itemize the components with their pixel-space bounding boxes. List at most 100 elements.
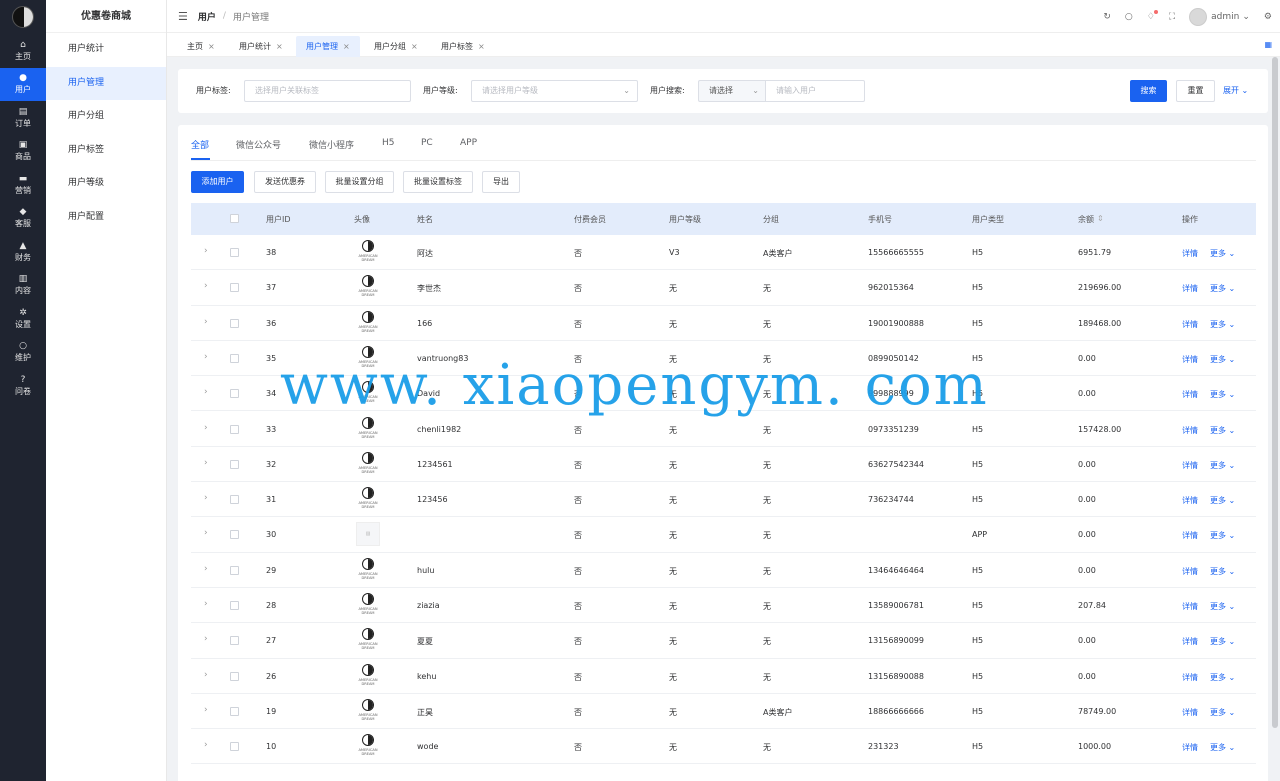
send-coupon-button[interactable]: 发送优惠券 <box>254 171 316 193</box>
row-checkbox[interactable] <box>230 389 239 399</box>
detail-link[interactable]: 详情 <box>1182 566 1198 577</box>
detail-link[interactable]: 详情 <box>1182 389 1198 400</box>
rail-item-question[interactable]: ? 问卷 <box>0 369 46 403</box>
more-dropdown[interactable]: 更多 ⌄ <box>1210 742 1235 753</box>
more-dropdown[interactable]: 更多 ⌄ <box>1210 672 1235 683</box>
page-tab[interactable]: 主页 × <box>177 36 225 57</box>
more-dropdown[interactable]: 更多 ⌄ <box>1210 319 1235 330</box>
rail-item-content[interactable]: ▥ 内容 <box>0 269 46 303</box>
search-input[interactable]: 请输入用户 <box>765 80 865 102</box>
close-icon[interactable]: × <box>478 42 485 51</box>
channel-tab[interactable]: APP <box>460 138 477 148</box>
page-tab[interactable]: 用户分组 × <box>364 36 428 57</box>
rail-item-finance[interactable]: ▲ 财务 <box>0 235 46 269</box>
search-icon[interactable]: ○ <box>1125 12 1133 22</box>
more-dropdown[interactable]: 更多 ⌄ <box>1210 495 1235 506</box>
row-checkbox[interactable] <box>230 353 239 363</box>
channel-tab[interactable]: 微信小程序 <box>309 138 354 151</box>
rail-item-user[interactable]: ● 用户 <box>0 67 46 101</box>
expand-row-icon[interactable]: › <box>204 387 208 397</box>
row-checkbox[interactable] <box>230 424 239 434</box>
detail-link[interactable]: 详情 <box>1182 425 1198 436</box>
expand-row-icon[interactable]: › <box>204 564 208 574</box>
gear-icon[interactable]: ⚙ <box>1264 12 1272 22</box>
expand-row-icon[interactable]: › <box>204 599 208 609</box>
detail-link[interactable]: 详情 <box>1182 460 1198 471</box>
grid-icon[interactable]: ▦ <box>1264 40 1272 49</box>
bell-icon[interactable]: ♢ <box>1147 9 1158 22</box>
channel-tab[interactable]: 微信公众号 <box>236 138 281 151</box>
more-dropdown[interactable]: 更多 ⌄ <box>1210 566 1235 577</box>
row-checkbox[interactable] <box>230 248 239 257</box>
rail-item-maintain[interactable]: ○ 维护 <box>0 336 46 370</box>
user-menu[interactable]: admin ⌄ <box>1189 7 1250 26</box>
detail-link[interactable]: 详情 <box>1182 530 1198 541</box>
row-checkbox[interactable] <box>230 601 239 610</box>
close-icon[interactable]: × <box>276 42 283 51</box>
more-dropdown[interactable]: 更多 ⌄ <box>1210 707 1235 718</box>
submenu-item[interactable]: 用户统计 <box>46 33 166 67</box>
expand-row-icon[interactable]: › <box>204 352 208 362</box>
row-checkbox[interactable] <box>230 318 239 328</box>
detail-link[interactable]: 详情 <box>1182 707 1198 718</box>
search-button[interactable]: 搜索 <box>1130 80 1167 102</box>
close-icon[interactable]: × <box>343 42 350 51</box>
close-icon[interactable]: × <box>208 42 215 51</box>
detail-link[interactable]: 详情 <box>1182 354 1198 365</box>
row-checkbox[interactable] <box>230 495 239 505</box>
expand-row-icon[interactable]: › <box>204 705 208 715</box>
level-select[interactable]: 请选择用户等级 ⌄ <box>471 80 638 102</box>
expand-row-icon[interactable]: › <box>204 528 208 538</box>
detail-link[interactable]: 详情 <box>1182 319 1198 330</box>
submenu-item[interactable]: 用户分组 <box>46 100 166 134</box>
page-tab[interactable]: 用户标签 × <box>431 36 495 57</box>
sort-icon[interactable]: ⇕ <box>1097 214 1104 223</box>
page-scrollbar[interactable] <box>1272 57 1278 728</box>
rail-item-service[interactable]: ◆ 客服 <box>0 202 46 236</box>
more-dropdown[interactable]: 更多 ⌄ <box>1210 354 1235 365</box>
detail-link[interactable]: 详情 <box>1182 601 1198 612</box>
rail-item-gear[interactable]: ✲ 设置 <box>0 302 46 336</box>
more-dropdown[interactable]: 更多 ⌄ <box>1210 530 1235 541</box>
export-button[interactable]: 导出 <box>482 171 520 193</box>
submenu-item[interactable]: 用户管理 <box>46 66 166 100</box>
fullscreen-icon[interactable]: ⛶ <box>1169 12 1175 22</box>
submenu-item[interactable]: 用户标签 <box>46 134 166 168</box>
detail-link[interactable]: 详情 <box>1182 672 1198 683</box>
menu-toggle-icon[interactable]: ☰ <box>178 10 188 23</box>
detail-link[interactable]: 详情 <box>1182 495 1198 506</box>
row-checkbox[interactable] <box>230 565 239 575</box>
detail-link[interactable]: 详情 <box>1182 248 1198 259</box>
breadcrumb-root[interactable]: 用户 <box>198 10 216 23</box>
expand-row-icon[interactable]: › <box>204 634 208 644</box>
row-checkbox[interactable] <box>230 742 239 752</box>
reset-button[interactable]: 重置 <box>1176 80 1215 102</box>
select-all-checkbox[interactable] <box>230 214 239 223</box>
detail-link[interactable]: 详情 <box>1182 742 1198 753</box>
page-tab[interactable]: 用户统计 × <box>229 36 293 57</box>
tag-select[interactable]: 选择用户关联标签 <box>244 80 411 102</box>
expand-row-icon[interactable]: › <box>204 281 208 291</box>
detail-link[interactable]: 详情 <box>1182 283 1198 294</box>
row-checkbox[interactable] <box>230 459 239 469</box>
expand-row-icon[interactable]: › <box>204 740 208 750</box>
search-type-select[interactable]: 请选择 ⌄ <box>698 80 766 102</box>
row-checkbox[interactable] <box>230 283 239 293</box>
expand-row-icon[interactable]: › <box>204 246 208 256</box>
row-checkbox[interactable] <box>230 706 239 716</box>
more-dropdown[interactable]: 更多 ⌄ <box>1210 283 1235 294</box>
expand-row-icon[interactable]: › <box>204 670 208 680</box>
app-logo[interactable] <box>0 0 46 34</box>
batch-group-button[interactable]: 批量设置分组 <box>325 171 394 193</box>
more-dropdown[interactable]: 更多 ⌄ <box>1210 425 1235 436</box>
more-dropdown[interactable]: 更多 ⌄ <box>1210 460 1235 471</box>
channel-tab[interactable]: PC <box>421 138 433 148</box>
more-dropdown[interactable]: 更多 ⌄ <box>1210 601 1235 612</box>
add-user-button[interactable]: 添加用户 <box>191 171 244 193</box>
submenu-item[interactable]: 用户等级 <box>46 167 166 201</box>
expand-button[interactable]: 展开 ⌄ <box>1223 85 1248 96</box>
channel-tab[interactable]: 全部 <box>191 138 209 151</box>
rail-item-goods[interactable]: ▣ 商品 <box>0 135 46 169</box>
refresh-icon[interactable]: ↻ <box>1103 12 1111 22</box>
rail-item-order[interactable]: ▤ 订单 <box>0 101 46 135</box>
